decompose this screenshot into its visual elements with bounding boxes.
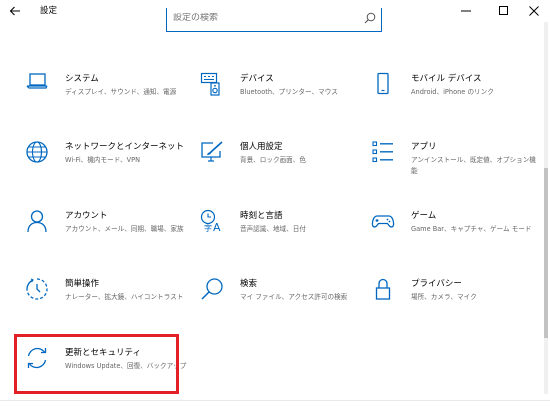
- svg-text:A: A: [213, 221, 221, 233]
- minimize-icon: [461, 10, 471, 12]
- tile-description: 音声認識、地域、日付: [240, 225, 306, 233]
- tile-description: アカウント、メール、同期、職場、家族: [65, 225, 184, 233]
- ease-of-access-icon: [26, 278, 48, 300]
- scrollbar-thumb[interactable]: [544, 168, 548, 338]
- search-box[interactable]: [166, 8, 382, 32]
- tile-title: アプリ: [411, 142, 437, 152]
- tile-personalization[interactable]: 個人用設定 背景、ロック画面、色: [200, 140, 370, 190]
- tile-title: モバイル デバイス: [411, 74, 482, 84]
- tile-gaming[interactable]: ゲーム Game Bar、キャプチャ、ゲーム モード: [371, 209, 541, 259]
- tile-ease-of-access[interactable]: 簡単操作 ナレーター、拡大鏡、ハイコントラスト: [25, 277, 195, 327]
- bottom-divider: [0, 400, 550, 401]
- tile-description: ナレーター、拡大鏡、ハイコントラスト: [65, 293, 184, 301]
- paintbrush-monitor-icon: [201, 141, 223, 162]
- search-icon[interactable]: [364, 12, 376, 24]
- tile-title: ネットワークとインターネット: [65, 142, 185, 152]
- tile-description: Android、iPhone のリンク: [411, 88, 494, 96]
- tile-privacy[interactable]: プライバシー 場所、カメラ、マイク: [371, 277, 541, 327]
- tile-description: Game Bar、キャプチャ、ゲーム モード: [411, 225, 532, 233]
- tile-description: 場所、カメラ、マイク: [411, 293, 477, 301]
- back-arrow-icon: [9, 6, 20, 16]
- lock-icon: [375, 278, 391, 300]
- tile-title: 簡単操作: [65, 279, 100, 289]
- tile-description: Windows Update、回復、バックアップ: [65, 362, 187, 370]
- tile-accounts[interactable]: アカウント アカウント、メール、同期、職場、家族: [25, 209, 195, 259]
- search-input[interactable]: [173, 13, 353, 23]
- tile-title: プライバシー: [411, 279, 462, 289]
- tile-time-language[interactable]: A 字 時刻と言語 音声認識、地域、日付: [200, 209, 370, 259]
- tile-title: 時刻と言語: [240, 211, 283, 221]
- tile-search[interactable]: 検索 マイ ファイル、アクセス許可の検索: [200, 277, 370, 327]
- tile-mobile-devices[interactable]: モバイル デバイス Android、iPhone のリンク: [371, 72, 541, 122]
- tile-update-security[interactable]: 更新とセキュリティ Windows Update、回復、バックアップ: [25, 346, 195, 396]
- apps-list-icon: [372, 141, 393, 163]
- tile-apps[interactable]: アプリ アンインストール、既定値、オプション機能: [371, 140, 541, 190]
- tile-description: 背景、ロック画面、色: [240, 156, 306, 164]
- window-title: 設定: [40, 6, 58, 16]
- tile-title: システム: [65, 74, 99, 84]
- tile-description: Bluetooth、プリンター、マウス: [240, 88, 338, 96]
- tile-title: デバイス: [240, 74, 274, 84]
- tile-title: ゲーム: [411, 211, 437, 221]
- tile-title: 更新とセキュリティ: [65, 348, 141, 358]
- back-button[interactable]: [5, 2, 25, 20]
- maximize-icon: [499, 6, 508, 15]
- tile-title: アカウント: [65, 211, 108, 221]
- tile-system[interactable]: システム ディスプレイ、サウンド、通知、電源: [25, 72, 195, 122]
- close-button[interactable]: [516, 0, 550, 22]
- sync-icon: [27, 347, 47, 369]
- phone-icon: [377, 72, 389, 95]
- settings-window: 設定 システム ディスプレイ、サウンド、: [0, 0, 550, 407]
- close-icon: [529, 6, 539, 16]
- tile-description: ディスプレイ、サウンド、通知、電源: [65, 88, 177, 96]
- minimize-button[interactable]: [448, 0, 484, 22]
- tile-description: アンインストール、既定値、オプション機能: [411, 156, 536, 175]
- tile-title: 検索: [240, 279, 258, 289]
- keyboard-speaker-icon: [200, 72, 220, 96]
- laptop-icon: [26, 73, 48, 89]
- tile-description: Wi-Fi、機内モード、VPN: [65, 156, 141, 164]
- search-icon: [201, 278, 223, 300]
- tile-network[interactable]: ネットワークとインターネット Wi-Fi、機内モード、VPN: [25, 140, 195, 190]
- time-language-icon: A 字: [200, 209, 221, 233]
- tile-title: 個人用設定: [240, 142, 283, 152]
- tile-devices[interactable]: デバイス Bluetooth、プリンター、マウス: [200, 72, 370, 122]
- tile-description: マイ ファイル、アクセス許可の検索: [240, 293, 348, 301]
- person-icon: [27, 210, 47, 233]
- globe-icon: [26, 141, 48, 163]
- svg-text:字: 字: [204, 223, 212, 233]
- gamepad-icon: [371, 215, 395, 228]
